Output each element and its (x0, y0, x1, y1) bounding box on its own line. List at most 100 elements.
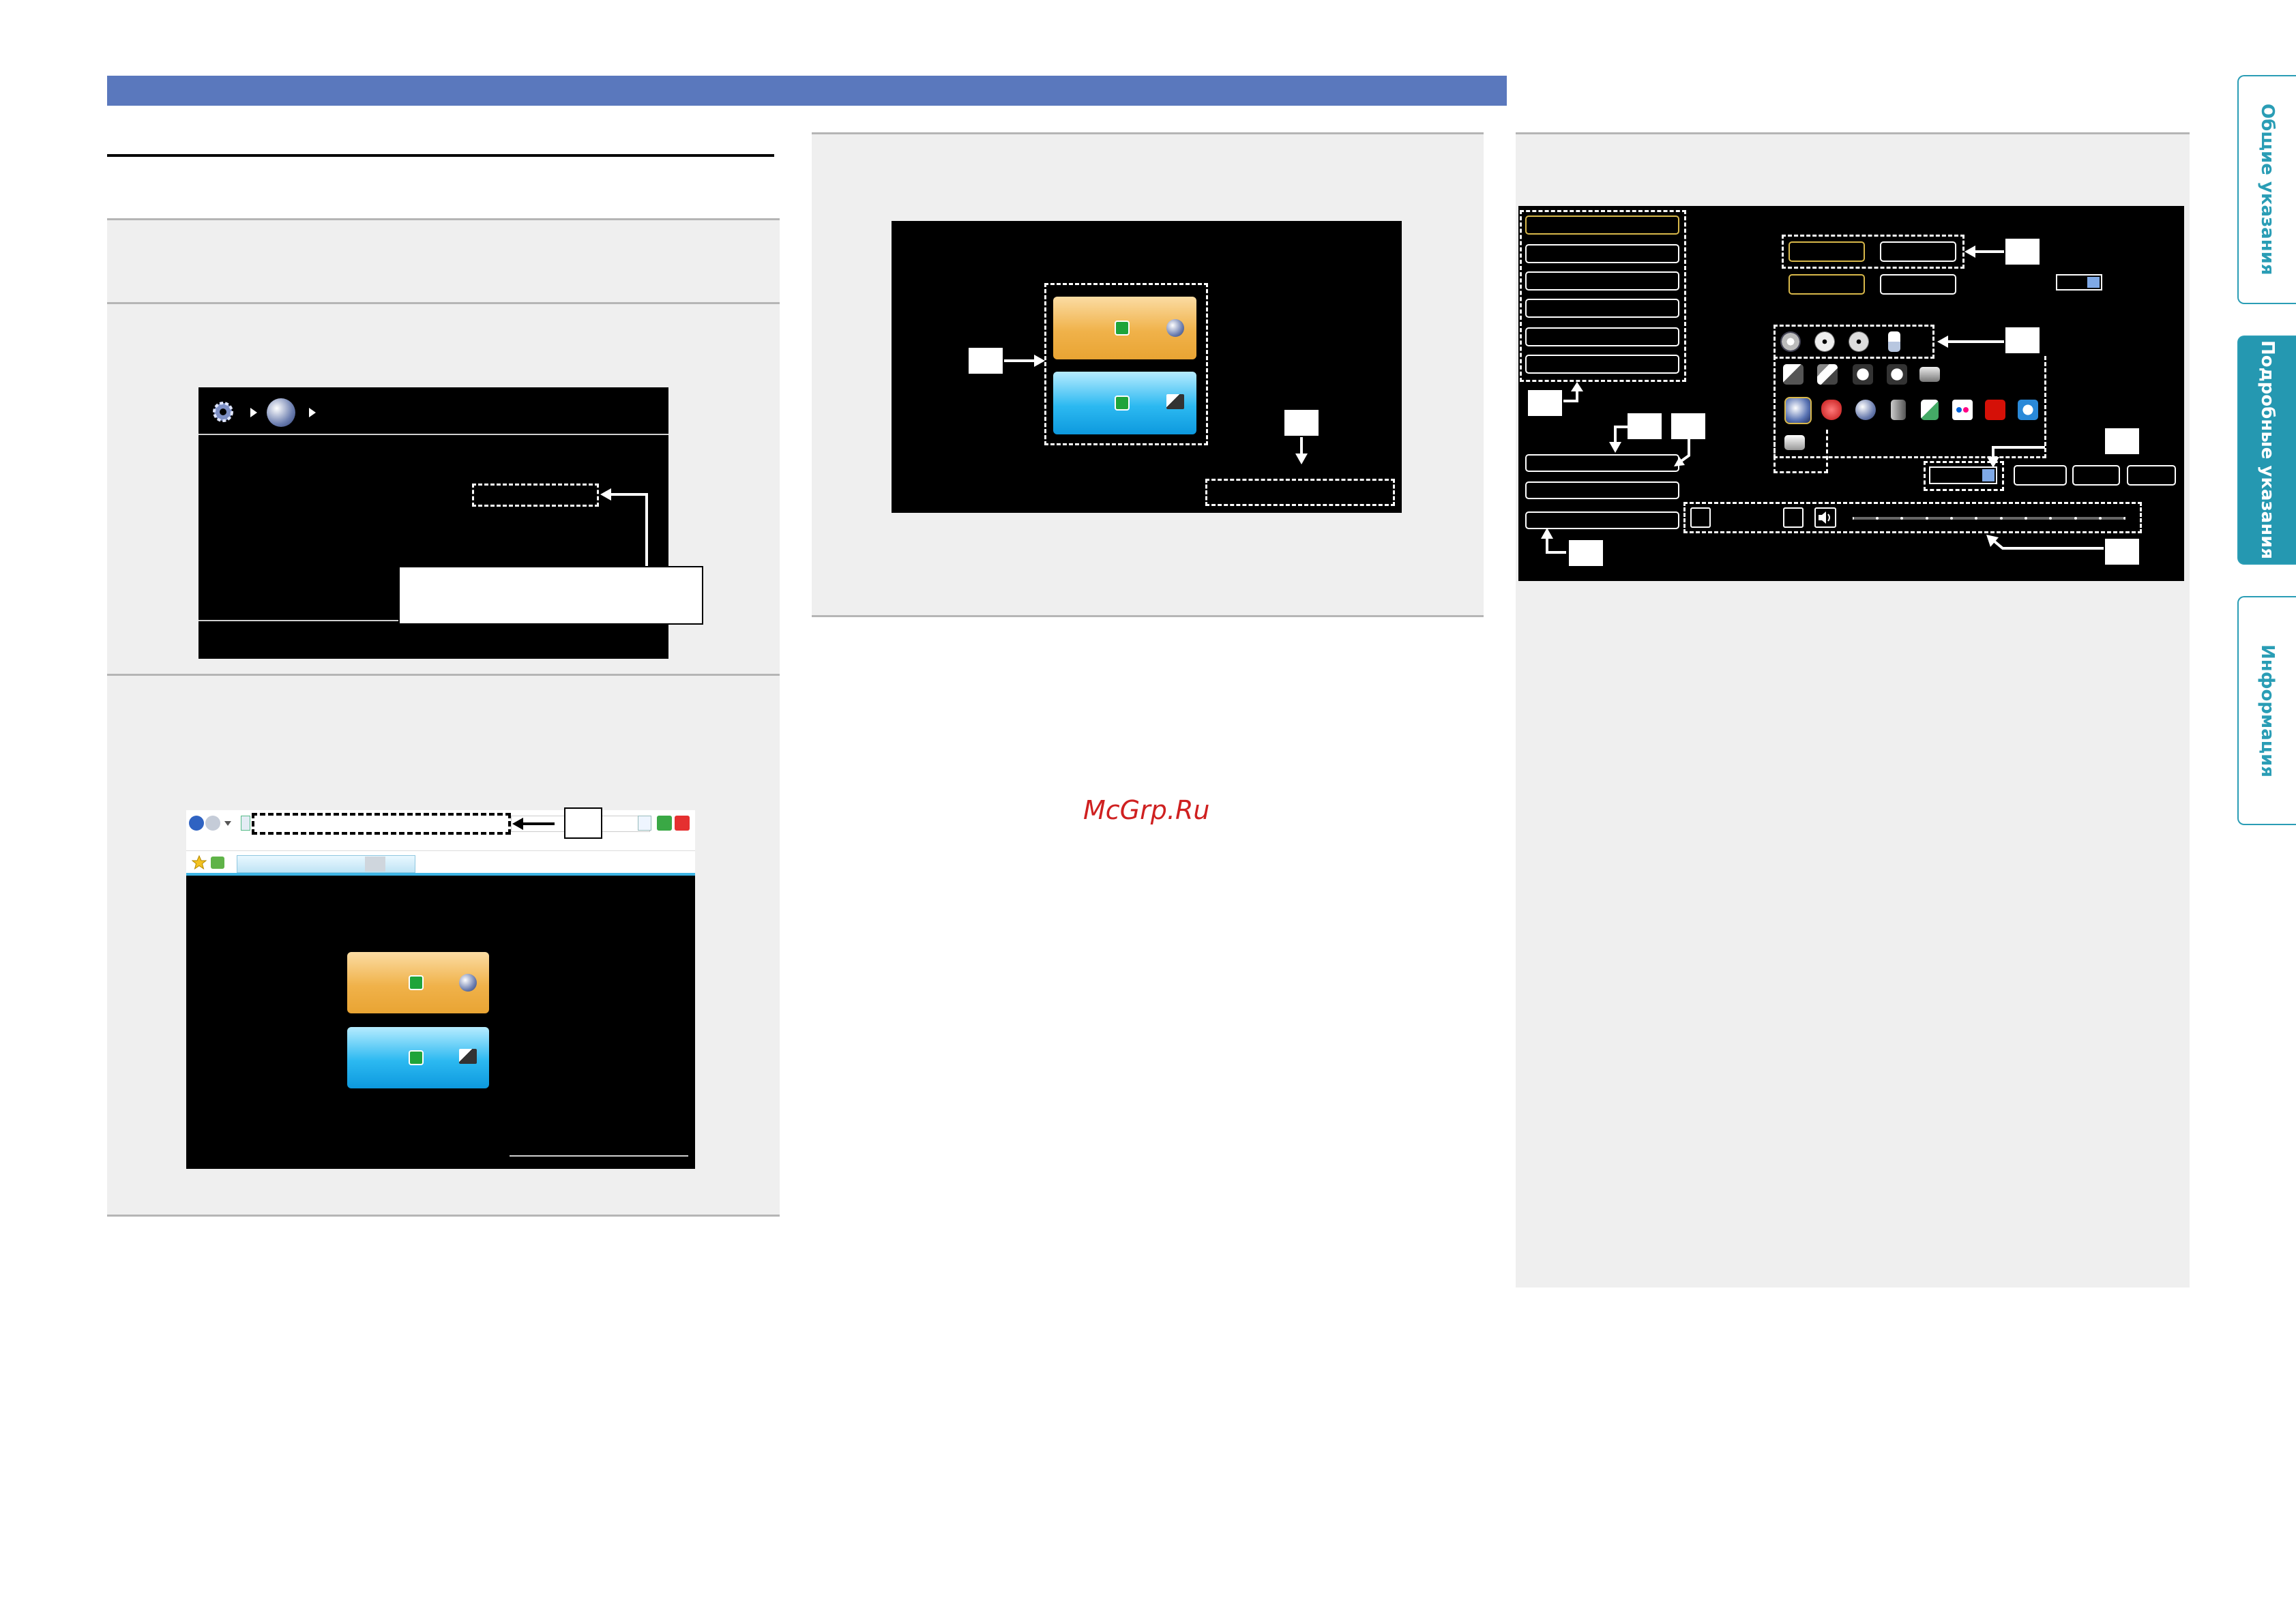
callout-number-box (1568, 539, 1604, 567)
back-icon[interactable] (189, 816, 204, 831)
callout-number-box (1670, 412, 1707, 441)
page-icon (241, 816, 250, 831)
satellite-icon[interactable] (1817, 364, 1838, 385)
zone2-button[interactable] (1053, 372, 1196, 434)
power-toggle[interactable] (1690, 507, 1711, 528)
zone2-button[interactable] (347, 1027, 489, 1088)
side-tab-information[interactable]: Информация (2237, 596, 2296, 825)
flickr-icon[interactable] (1952, 400, 1973, 420)
control-button[interactable] (2014, 465, 2067, 486)
control-button[interactable] (1525, 511, 1679, 529)
callout-number-box (564, 807, 602, 839)
callout-arrow (1982, 533, 2105, 554)
menu-bar (186, 839, 695, 851)
callout-number-box (1283, 408, 1320, 437)
menu-button[interactable] (1525, 327, 1679, 346)
internet-radio-icon[interactable] (1855, 400, 1876, 420)
side-tab-general[interactable]: Общие указания (2237, 75, 2296, 304)
panel-divider (812, 615, 1484, 617)
control-button[interactable] (1525, 454, 1679, 472)
vcr-icon[interactable] (1919, 367, 1940, 382)
main-zone-button[interactable] (347, 952, 489, 1013)
callout-number-box (1527, 389, 1563, 417)
zone-button[interactable] (1880, 274, 1956, 295)
new-tab[interactable] (365, 857, 385, 872)
header-bar (107, 76, 1507, 106)
callout-arrow (1004, 355, 1045, 367)
menu-button[interactable] (1525, 244, 1679, 263)
side-tab-detailed[interactable]: Подробные указания (2237, 336, 2296, 565)
callout-arrow (1295, 437, 1308, 464)
power-icon[interactable] (409, 1050, 424, 1065)
chevron-down-icon (1982, 469, 1995, 481)
panel-divider (107, 1215, 780, 1217)
web-control-top-screen (892, 221, 1402, 513)
main-zone-button[interactable] (1053, 297, 1196, 359)
chevron-down-icon (2087, 277, 2100, 288)
forward-icon[interactable] (205, 816, 220, 831)
side-tab-label: Информация (2257, 644, 2278, 777)
add-favorite-icon[interactable] (211, 857, 224, 869)
surround-mode-dropdown[interactable] (1929, 466, 1997, 484)
callout-number-box (2104, 427, 2140, 456)
side-tab-label: Подробные указания (2257, 340, 2278, 560)
chevron-down-icon[interactable] (224, 821, 231, 826)
network-icon[interactable] (1784, 397, 1812, 424)
dvd-icon[interactable] (1814, 331, 1835, 352)
browser-window (186, 807, 695, 1169)
flickr-dot-icon (1956, 407, 1962, 413)
zone-button[interactable] (1880, 241, 1956, 262)
panel-divider (812, 132, 1484, 134)
callout-arrow (1964, 246, 2005, 258)
zone-button[interactable] (1789, 274, 1865, 295)
power-icon[interactable] (1115, 321, 1130, 336)
chevron-right-icon (250, 408, 257, 417)
mute-button[interactable] (1783, 507, 1804, 528)
rhapsody-icon[interactable] (1784, 435, 1805, 450)
address-bar[interactable] (252, 813, 511, 835)
game2-icon[interactable] (1887, 364, 1907, 385)
menu-button[interactable] (1525, 215, 1679, 235)
globe-icon (1166, 319, 1184, 337)
zone-button[interactable] (1789, 241, 1865, 262)
napster-icon[interactable] (2018, 400, 2038, 420)
browser-tab[interactable] (237, 855, 415, 873)
volume-slider[interactable] (1853, 517, 2125, 520)
cd-icon[interactable] (1849, 331, 1869, 352)
main-zone-control-screen (1518, 206, 2184, 581)
usb-icon[interactable] (1921, 400, 1939, 420)
watermark: McGrp.Ru (1083, 795, 1210, 825)
ipod-icon[interactable] (1888, 331, 1900, 352)
quick-select-dropdown[interactable] (2056, 274, 2102, 291)
tuner-icon[interactable] (1783, 364, 1804, 385)
favorite-icon[interactable] (1821, 400, 1842, 420)
close-icon[interactable] (675, 816, 690, 831)
power-icon[interactable] (409, 975, 424, 990)
callout-box (398, 566, 703, 625)
lastfm-icon[interactable] (1985, 400, 2005, 420)
control-button[interactable] (1525, 481, 1679, 499)
bluray-icon[interactable] (1780, 331, 1801, 352)
menu-button[interactable] (1525, 271, 1679, 291)
control-button[interactable] (2072, 465, 2120, 486)
chevron-down-icon[interactable] (638, 816, 651, 831)
star-icon[interactable] (191, 854, 207, 870)
callout-arrow (1937, 336, 2007, 348)
panel-divider (107, 218, 780, 220)
panel-divider (1516, 132, 2190, 134)
callout-arrow (600, 484, 648, 569)
menu-button[interactable] (1525, 355, 1679, 374)
media-server-icon[interactable] (1891, 400, 1906, 420)
refresh-icon[interactable] (657, 816, 672, 831)
control-button[interactable] (2127, 465, 2176, 486)
section-rule (107, 154, 774, 157)
power-icon[interactable] (1115, 396, 1130, 411)
footer-line (510, 1155, 688, 1157)
callout-arrow (1563, 382, 1588, 405)
ip-address-field (472, 484, 599, 507)
game-icon[interactable] (1853, 364, 1873, 385)
globe-icon (267, 398, 295, 427)
screen-divider (198, 434, 668, 435)
menu-button[interactable] (1525, 299, 1679, 318)
speaker-icon[interactable] (1814, 507, 1836, 528)
